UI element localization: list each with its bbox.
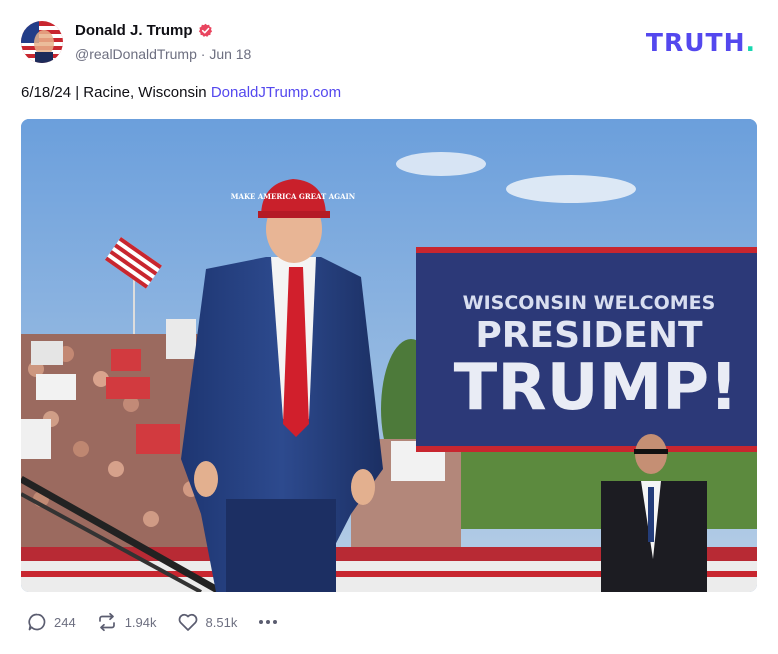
separator: · (200, 46, 206, 62)
rally-photo: WISCONSIN WELCOMES PRESIDENT TRUMP! MAKE… (21, 119, 757, 592)
truth-post: Donald J. Trump @realDonaldTrump · Jun 1… (0, 0, 778, 654)
post-image[interactable]: WISCONSIN WELCOMES PRESIDENT TRUMP! MAKE… (21, 119, 757, 592)
sign-line-1: WISCONSIN WELCOMES (463, 292, 716, 314)
post-link[interactable]: DonaldJTrump.com (211, 84, 341, 101)
flag-portrait-avatar (21, 21, 63, 63)
retruth-button[interactable]: 1.94k (96, 612, 157, 632)
heart-icon (178, 613, 197, 631)
post-date[interactable]: Jun 18 (209, 46, 251, 62)
reply-count: 244 (54, 614, 76, 630)
like-count: 8.51k (205, 614, 238, 630)
ellipsis-icon (259, 620, 278, 624)
sign-line-3: TRUMP! (454, 351, 739, 425)
reply-button[interactable]: 244 (27, 612, 76, 632)
reply-icon (28, 613, 46, 631)
more-options-button[interactable] (257, 612, 279, 632)
retruth-count: 1.94k (124, 614, 157, 630)
verified-badge-icon (198, 23, 212, 37)
truth-logo[interactable]: TRUTH. (646, 28, 756, 57)
truth-logo-dot: . (745, 28, 756, 57)
display-name[interactable]: Donald J. Trump (75, 22, 213, 39)
hat-text: MAKE AMERICA GREAT AGAIN (231, 192, 356, 201)
sign-line-2: PRESIDENT (475, 315, 703, 356)
handle[interactable]: @realDonaldTrump (75, 46, 197, 62)
post-text-content: 6/18/24 | Racine, Wisconsin (21, 84, 211, 101)
like-button[interactable]: 8.51k (177, 612, 238, 632)
display-name-text: Donald J. Trump (75, 22, 193, 39)
avatar[interactable] (21, 21, 63, 63)
truth-logo-text: TRUTH (645, 28, 746, 57)
retruth-icon (98, 612, 115, 632)
post-text: 6/18/24 | Racine, Wisconsin DonaldJTrump… (21, 84, 341, 101)
action-bar: 244 1.94k 8.51k (27, 612, 299, 632)
handle-row: @realDonaldTrump · Jun 18 (75, 46, 251, 62)
